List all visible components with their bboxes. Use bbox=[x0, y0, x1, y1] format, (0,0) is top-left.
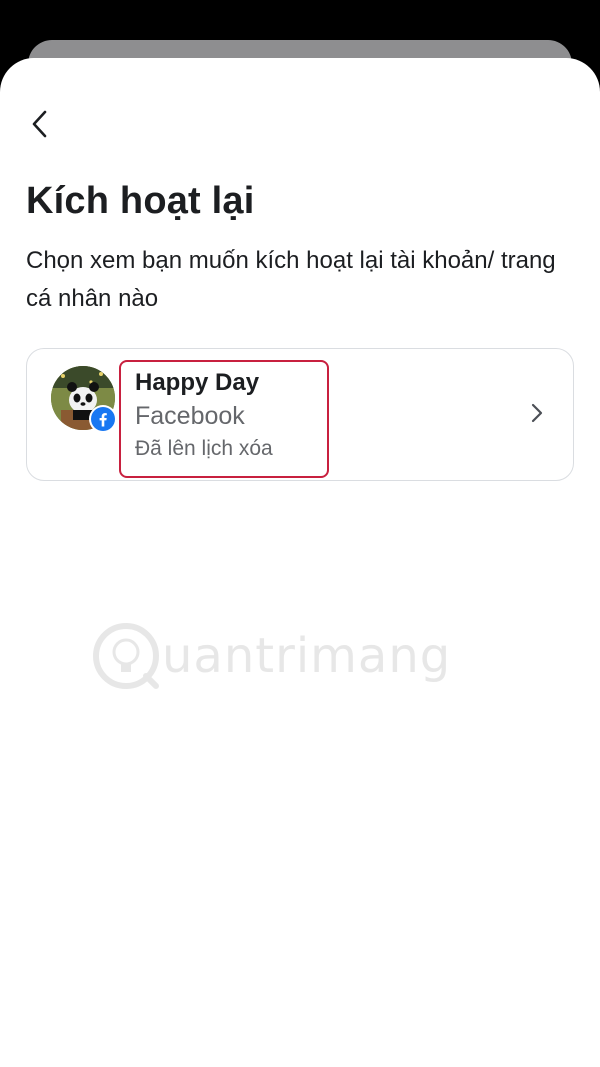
account-status: Đã lên lịch xóa bbox=[135, 437, 273, 460]
reactivate-sheet: Kích hoạt lại Chọn xem bạn muốn kích hoạ… bbox=[0, 58, 600, 1067]
chevron-right-icon bbox=[531, 403, 543, 423]
account-name: Happy Day bbox=[135, 369, 260, 396]
watermark-logo: uantrimang bbox=[90, 620, 450, 700]
account-list-item[interactable]: Happy Day Facebook Đã lên lịch xóa bbox=[26, 348, 574, 481]
facebook-icon bbox=[89, 405, 117, 433]
watermark-text: uantrimang bbox=[162, 628, 452, 684]
page-title: Kích hoạt lại bbox=[26, 180, 255, 222]
account-platform: Facebook bbox=[135, 402, 245, 430]
page-subtitle: Chọn xem bạn muốn kích hoạt lại tài khoả… bbox=[26, 247, 556, 312]
back-button[interactable] bbox=[22, 106, 58, 142]
chevron-left-icon bbox=[32, 110, 47, 138]
lightbulb-icon bbox=[93, 623, 159, 689]
